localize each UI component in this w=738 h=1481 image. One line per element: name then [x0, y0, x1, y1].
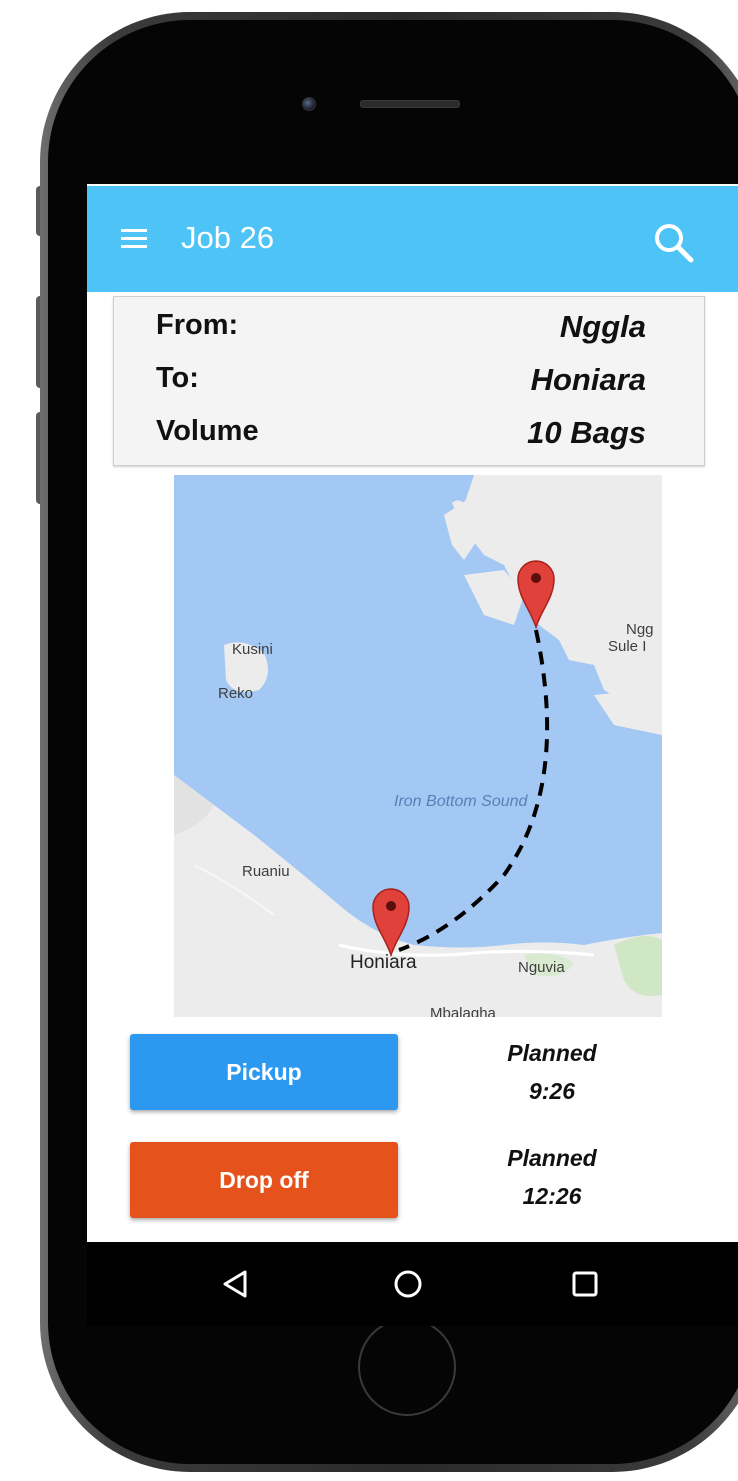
to-row: To: Honiara	[114, 362, 704, 412]
map-label-kusini: Kusini	[232, 641, 273, 658]
pickup-planned-time: 9:26	[528, 1078, 576, 1104]
android-navigation-bar	[87, 1242, 738, 1326]
phone-screen: Job 26 From: Nggla To: Honiara Volume 10…	[87, 184, 738, 1326]
from-label: From:	[156, 309, 239, 341]
drop-off-button[interactable]: Drop off	[130, 1142, 398, 1218]
pickup-button[interactable]: Pickup	[130, 1034, 398, 1110]
home-button[interactable]	[358, 1318, 456, 1416]
app-bar: Job 26	[87, 186, 738, 292]
pickup-map-pin-icon[interactable]	[516, 559, 556, 629]
dropoff-planned-time: 12:26	[522, 1183, 582, 1209]
dropoff-planned-status: Planned	[507, 1145, 597, 1171]
map-label-iron-bottom-sound: Iron Bottom Sound	[394, 793, 528, 810]
from-value: Nggla	[559, 309, 646, 344]
pickup-planned-status: Planned	[507, 1040, 597, 1066]
pickup-planned-info: Planned 9:26	[467, 1034, 637, 1110]
map-label-sule: Sule I	[608, 638, 647, 655]
dropoff-map-pin-icon[interactable]	[371, 887, 411, 957]
front-camera	[302, 97, 316, 111]
page-title: Job 26	[181, 220, 275, 255]
map-canvas	[174, 475, 662, 1017]
map-label-ngg: Ngg	[626, 621, 654, 638]
volume-row: Volume 10 Bags	[114, 415, 704, 465]
circle-home-icon[interactable]	[388, 1264, 428, 1304]
map-label-mbalagha: Mbalagha	[430, 1005, 496, 1017]
earpiece-speaker	[360, 100, 460, 108]
volume-value: 10 Bags	[527, 415, 646, 450]
from-row: From: Nggla	[114, 309, 704, 359]
dropoff-planned-info: Planned 12:26	[467, 1139, 637, 1215]
map-label-nguvia: Nguvia	[518, 959, 565, 976]
map-label-ruaniu: Ruaniu	[242, 863, 290, 880]
to-label: To:	[156, 362, 199, 394]
map-label-reko: Reko	[218, 685, 254, 702]
triangle-back-icon[interactable]	[215, 1264, 255, 1304]
route-map[interactable]: Kusini Reko Ngg Sule I Iron Bottom Sound…	[174, 475, 662, 1017]
search-icon[interactable]	[651, 220, 697, 266]
square-recents-icon[interactable]	[565, 1264, 605, 1304]
to-value: Honiara	[530, 362, 646, 397]
hamburger-menu-icon[interactable]	[121, 229, 147, 249]
volume-label: Volume	[156, 415, 259, 447]
job-details-card: From: Nggla To: Honiara Volume 10 Bags	[113, 296, 705, 466]
